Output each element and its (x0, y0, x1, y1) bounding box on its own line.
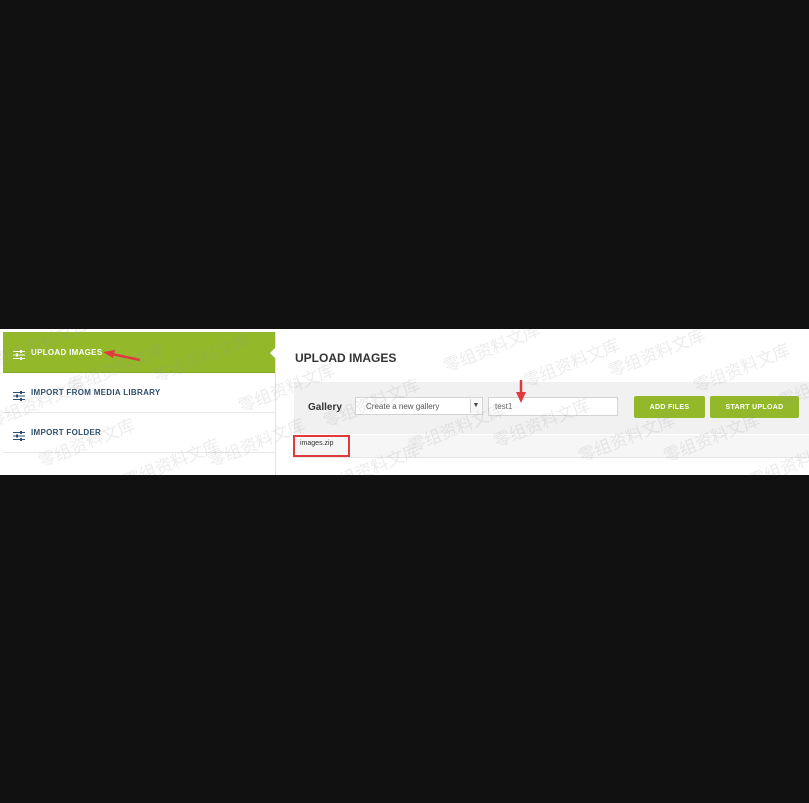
sidebar-item-import-folder[interactable]: IMPORT FOLDER (3, 413, 275, 453)
annotation-arrow-sidebar (103, 350, 141, 362)
gallery-name-input[interactable]: test1 (488, 397, 618, 416)
sidebar-item-label: UPLOAD IMAGES (31, 347, 103, 357)
sidebar-item-import-media-library[interactable]: IMPORT FROM MEDIA LIBRARY (3, 373, 275, 413)
gallery-select[interactable]: Create a new gallery ▼ (355, 397, 483, 415)
annotation-highlight-box (293, 435, 350, 457)
sidebar-item-label: IMPORT FROM MEDIA LIBRARY (31, 388, 161, 397)
add-files-button[interactable]: ADD FILES (634, 396, 705, 418)
sidebar-item-label: IMPORT FOLDER (31, 428, 102, 437)
start-upload-button[interactable]: START UPLOAD (710, 396, 799, 418)
app-screenshot: UPLOAD IMAGES IMPORT FROM MEDIA LIBRARY … (0, 329, 809, 475)
sliders-icon (13, 347, 25, 360)
annotation-arrow-input (516, 380, 526, 403)
file-list-row: images.zip (293, 435, 809, 458)
upload-toolbar: Gallery Create a new gallery ▼ test1 ADD… (294, 382, 809, 434)
gallery-select-value: Create a new gallery (366, 402, 440, 411)
gallery-label: Gallery (308, 402, 342, 413)
sliders-icon (13, 428, 25, 441)
chevron-down-icon[interactable]: ▼ (470, 399, 481, 413)
main-panel: UPLOAD IMAGES Gallery Create a new galle… (276, 329, 809, 475)
sliders-icon (13, 388, 25, 401)
page-title: UPLOAD IMAGES (295, 351, 397, 365)
